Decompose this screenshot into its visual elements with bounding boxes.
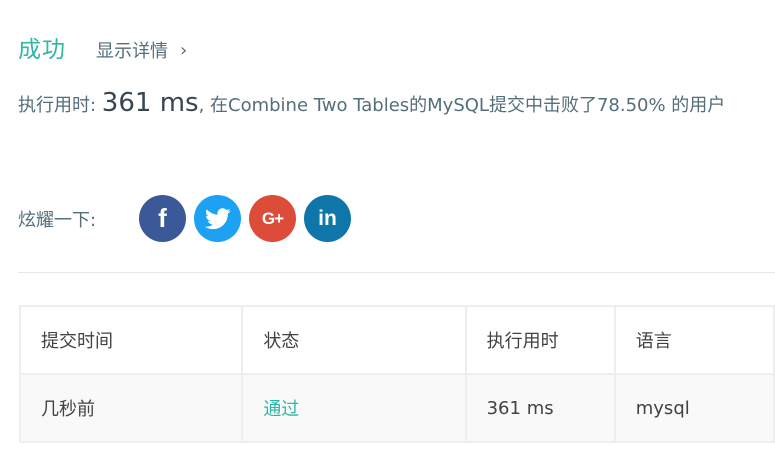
table-header-row: 提交时间 状态 执行用时 语言 (18, 305, 775, 375)
google-plus-share-button[interactable]: G+ (249, 195, 296, 242)
cell-language: mysql (613, 373, 775, 443)
header-submit-time: 提交时间 (18, 305, 244, 375)
header-status: 状态 (241, 305, 467, 375)
share-label: 炫耀一下: (18, 209, 97, 231)
status-passed-link[interactable]: 通过 (263, 399, 299, 420)
runtime-suffix: , 在Combine Two Tables的MySQL提交中击败了78.50% … (198, 95, 726, 116)
submission-table: 提交时间 状态 执行用时 语言 几秒前 通过 361 ms mysql (18, 305, 775, 443)
runtime-prefix: 执行用时: (18, 95, 102, 116)
share-row: 炫耀一下: f G+ in (18, 195, 359, 242)
google-plus-icon: G+ (261, 208, 284, 228)
linkedin-icon: in (318, 206, 337, 230)
submission-result-page: 成功 显示详情 › 执行用时: 361 ms, 在Combine Two Tab… (0, 0, 775, 458)
cell-submit-time: 几秒前 (18, 373, 244, 443)
header-runtime: 执行用时 (464, 305, 616, 375)
twitter-share-button[interactable] (194, 195, 241, 242)
chevron-right-icon: › (180, 39, 188, 61)
runtime-value: 361 ms (101, 88, 199, 118)
status-title: 成功 (18, 37, 66, 63)
section-divider (18, 272, 775, 273)
show-details-link[interactable]: 显示详情 › (96, 37, 187, 63)
linkedin-share-button[interactable]: in (304, 195, 351, 242)
header-language: 语言 (613, 305, 775, 375)
result-header: 成功 显示详情 › (18, 30, 187, 64)
table-row: 几秒前 通过 361 ms mysql (18, 373, 775, 443)
show-details-label: 显示详情 (96, 41, 168, 62)
facebook-icon: f (158, 203, 167, 233)
twitter-icon (204, 207, 231, 229)
cell-runtime: 361 ms (464, 373, 616, 443)
cell-status: 通过 (241, 373, 467, 443)
facebook-share-button[interactable]: f (139, 195, 186, 242)
runtime-summary: 执行用时: 361 ms, 在Combine Two Tables的MySQL提… (18, 88, 768, 121)
